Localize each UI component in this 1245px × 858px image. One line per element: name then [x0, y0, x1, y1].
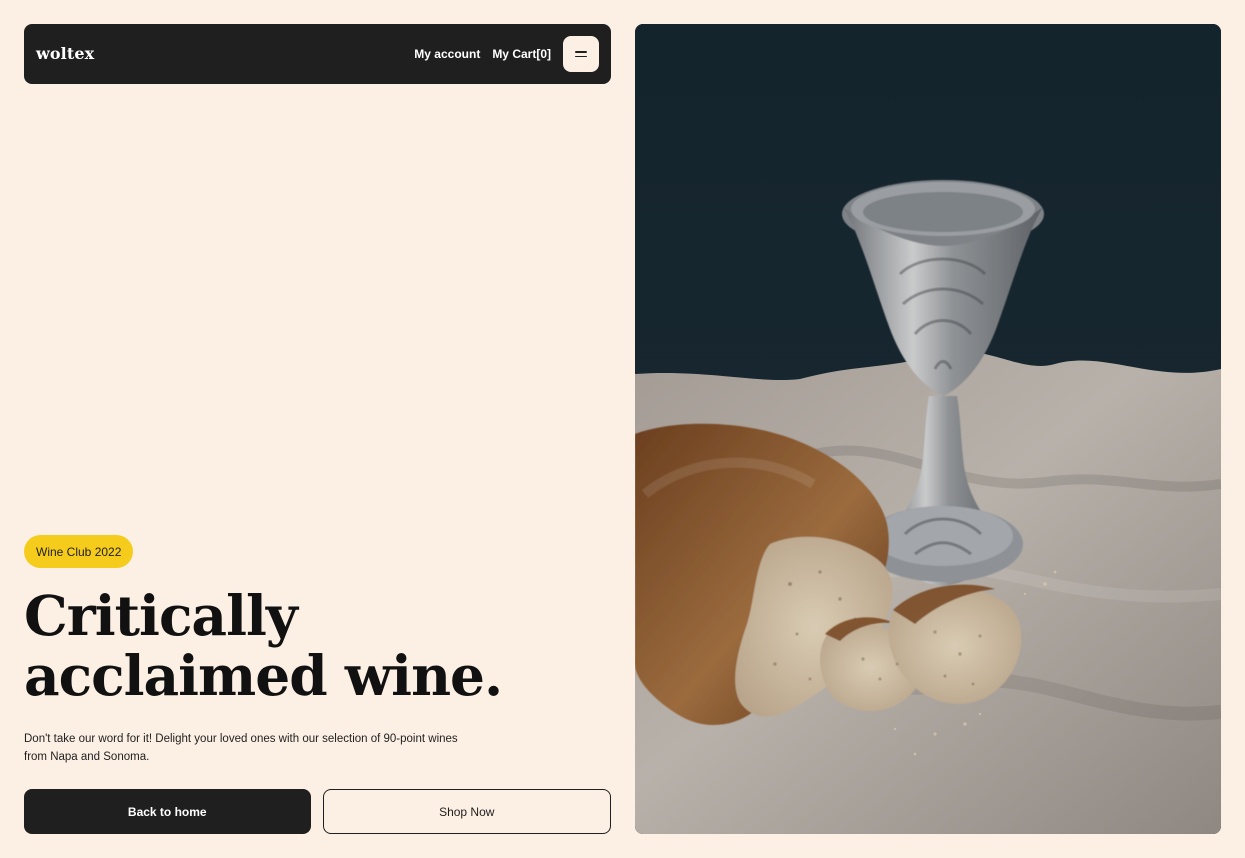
landing-page: woltex My account My Cart[0] Wine Club 2… [0, 0, 1245, 858]
hero-description-line-1: Don't take our word for it! Delight your… [24, 733, 458, 745]
wine-club-badge: Wine Club 2022 [24, 535, 134, 568]
brand-logo[interactable]: woltex [36, 46, 94, 62]
hero-headline: Critically acclaimed wine. [24, 586, 584, 706]
hero-description-line-2: from Napa and Sonoma. [24, 751, 150, 763]
back-to-home-button[interactable]: Back to home [24, 789, 311, 834]
goblet-and-bread-image [635, 24, 1221, 834]
my-account-link[interactable]: My account [414, 48, 480, 60]
menu-button[interactable] [563, 36, 599, 72]
nav-actions: My account My Cart[0] [414, 36, 599, 72]
left-column: woltex My account My Cart[0] Wine Club 2… [24, 24, 611, 834]
hero-description: Don't take our word for it! Delight your… [24, 730, 494, 766]
goblet-and-bread-illustration [635, 24, 1221, 834]
my-cart-link[interactable]: My Cart[0] [492, 48, 551, 60]
hero-title-line-1: Critically [24, 583, 298, 648]
hero-title-line-2: acclaimed wine. [24, 643, 503, 708]
shop-now-button[interactable]: Shop Now [322, 789, 611, 834]
hero-actions: Back to home Shop Now [24, 789, 611, 834]
menu-icon [575, 51, 587, 57]
top-navigation: woltex My account My Cart[0] [24, 24, 611, 84]
